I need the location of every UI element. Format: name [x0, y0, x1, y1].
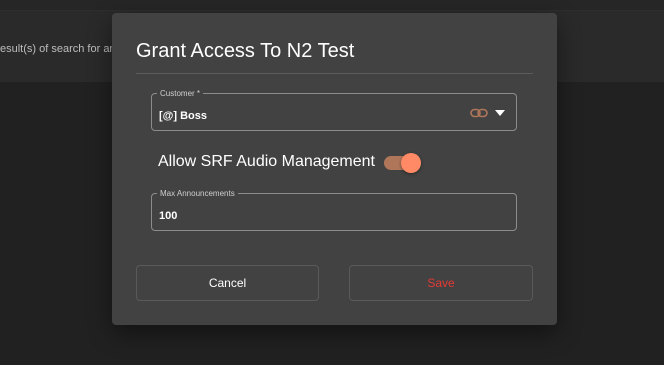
customer-field-label: Customer *	[157, 88, 204, 99]
search-results-summary: esult(s) of search for an	[0, 43, 116, 55]
customer-field-value: [@] Boss	[159, 110, 208, 122]
link-icon[interactable]	[470, 108, 488, 118]
dialog-title: Grant Access To N2 Test	[136, 40, 355, 62]
background-top-bar	[0, 0, 664, 11]
max-announcements-field[interactable]: Max Announcements 100	[151, 188, 517, 231]
chevron-down-icon[interactable]	[495, 110, 505, 116]
grant-access-dialog: Grant Access To N2 Test Customer * [@] B…	[112, 13, 557, 325]
max-announcements-label: Max Announcements	[157, 188, 238, 199]
max-announcements-value: 100	[159, 210, 178, 222]
cancel-button[interactable]: Cancel	[136, 265, 319, 301]
srf-audio-toggle[interactable]	[384, 152, 421, 173]
toggle-thumb	[401, 153, 421, 173]
save-button[interactable]: Save	[349, 265, 533, 301]
customer-select[interactable]: Customer * [@] Boss	[151, 88, 517, 131]
srf-audio-toggle-label: Allow SRF Audio Management	[158, 153, 375, 170]
title-divider	[136, 73, 533, 74]
